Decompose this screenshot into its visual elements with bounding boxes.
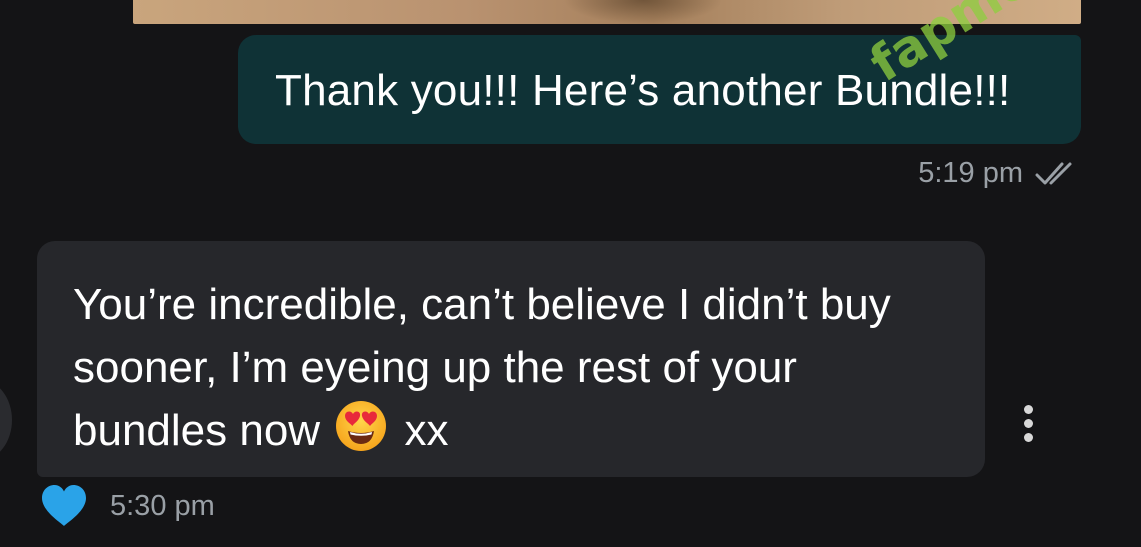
incoming-message-suffix: xx [404,406,449,455]
outgoing-message-text: Thank you!!! Here’s another Bundle!!! [275,66,1011,115]
outgoing-message-meta: 5:19 pm [918,157,1081,190]
incoming-message-line: sooner, I’m eyeing up the rest of your [73,343,797,392]
outgoing-message-bubble[interactable]: Thank you!!! Here’s another Bundle!!! [238,35,1081,144]
double-check-icon [1035,162,1072,184]
avatar[interactable] [0,380,12,460]
incoming-message-line: bundles now [73,406,321,455]
incoming-message-time: 5:30 pm [110,489,215,522]
heart-icon[interactable] [40,484,88,528]
incoming-message-meta: 5:30 pm [40,484,215,528]
more-vertical-icon[interactable] [1019,405,1039,443]
incoming-message-bubble[interactable]: You’re incredible, can’t believe I didn’… [37,241,985,477]
heart-eyes-emoji [336,401,387,451]
photo-attachment[interactable] [133,0,1081,24]
incoming-message-text: You’re incredible, can’t believe I didn’… [73,273,953,462]
incoming-message-line: You’re incredible, can’t believe I didn’… [73,280,891,329]
outgoing-message-time: 5:19 pm [918,157,1023,189]
